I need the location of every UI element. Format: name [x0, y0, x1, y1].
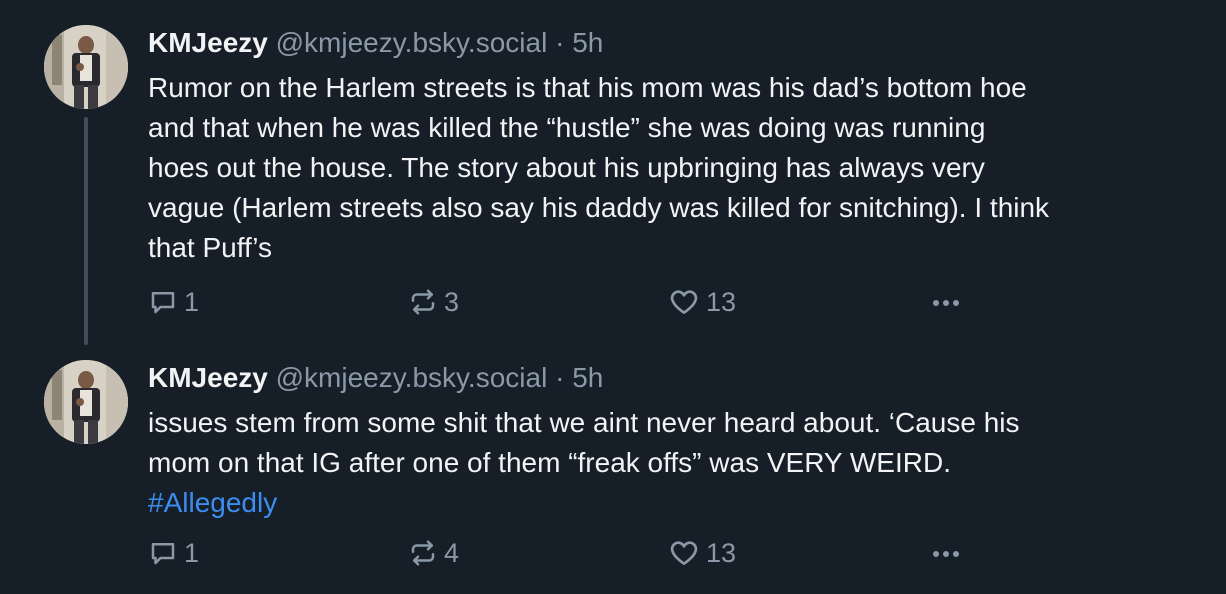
post-actions: 1 4 13 — [148, 533, 1148, 573]
repost-count: 3 — [444, 286, 460, 317]
handle[interactable]: @kmjeezy.bsky.social — [276, 27, 548, 58]
more-options-button[interactable] — [928, 282, 964, 322]
repost-button[interactable]: 4 — [408, 533, 459, 573]
speech-bubble-icon — [148, 538, 178, 568]
avatar[interactable] — [44, 360, 128, 444]
post-text-line: Rumor on the Harlem streets is that his … — [148, 72, 1027, 103]
separator: · — [555, 27, 565, 58]
hashtag-link[interactable]: #Allegedly — [148, 483, 1198, 523]
post-header: KMJeezy @kmjeezy.bsky.social · 5h — [148, 26, 603, 60]
post-text-line: and that when he was killed the “hustle”… — [148, 112, 986, 143]
post-text-line: that Puff’s — [148, 232, 273, 263]
ellipsis-icon — [928, 287, 964, 317]
reply-count: 1 — [184, 286, 200, 317]
repost-arrows-icon — [408, 287, 438, 317]
post-text-line: issues stem from some shit that we aint … — [148, 407, 1020, 438]
separator: · — [555, 362, 565, 393]
avatar[interactable] — [44, 25, 128, 109]
like-count: 13 — [706, 286, 737, 317]
post-header: KMJeezy @kmjeezy.bsky.social · 5h — [148, 361, 603, 395]
repost-count: 4 — [444, 537, 460, 568]
speech-bubble-icon — [148, 287, 178, 317]
reply-button[interactable]: 1 — [148, 533, 199, 573]
reply-count: 1 — [184, 537, 200, 568]
heart-icon — [668, 537, 700, 569]
post-text: issues stem from some shit that we aint … — [148, 403, 1198, 523]
thread-line — [84, 117, 88, 345]
like-count: 13 — [706, 537, 737, 568]
post-text: Rumor on the Harlem streets is that his … — [148, 68, 1198, 268]
heart-icon — [668, 286, 700, 318]
more-options-button[interactable] — [928, 533, 964, 573]
like-button[interactable]: 13 — [668, 282, 736, 322]
timestamp[interactable]: 5h — [572, 27, 603, 58]
post-text-line: hoes out the house. The story about his … — [148, 152, 985, 183]
display-name[interactable]: KMJeezy — [148, 362, 268, 393]
repost-button[interactable]: 3 — [408, 282, 459, 322]
timestamp[interactable]: 5h — [572, 362, 603, 393]
handle[interactable]: @kmjeezy.bsky.social — [276, 362, 548, 393]
like-button[interactable]: 13 — [668, 533, 736, 573]
ellipsis-icon — [928, 538, 964, 568]
post-1[interactable]: KMJeezy @kmjeezy.bsky.social · 5h Rumor … — [0, 0, 1226, 345]
post-2[interactable]: KMJeezy @kmjeezy.bsky.social · 5h issues… — [0, 335, 1226, 594]
repost-arrows-icon — [408, 538, 438, 568]
post-text-line: mom on that IG after one of them “freak … — [148, 447, 951, 478]
post-actions: 1 3 13 — [148, 282, 1148, 322]
display-name[interactable]: KMJeezy — [148, 27, 268, 58]
reply-button[interactable]: 1 — [148, 282, 199, 322]
post-text-line: vague (Harlem streets also say his daddy… — [148, 192, 1050, 223]
